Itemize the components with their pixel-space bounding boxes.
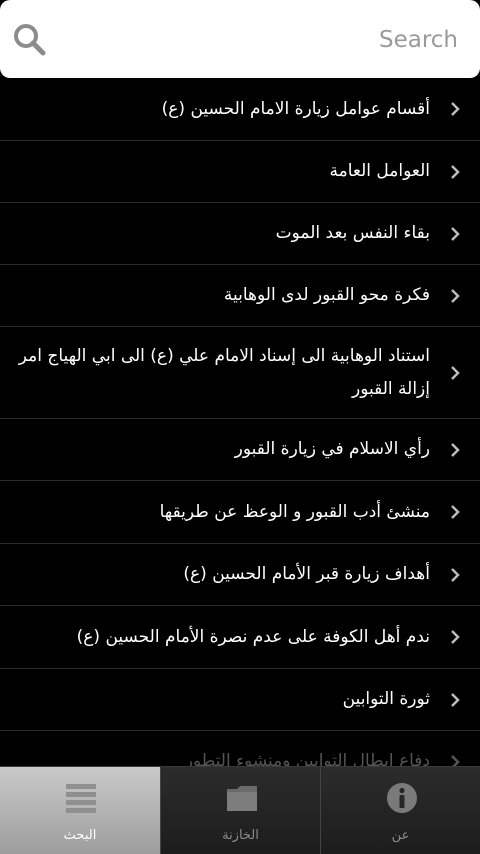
list-item[interactable]: دفاع ابطال التوابين ومنشوء التطور	[0, 731, 480, 766]
list-item[interactable]: أهداف زيارة قبر الأمام الحسين (ع)	[0, 544, 480, 606]
tab-label: عن	[391, 828, 410, 843]
list-item-label: فكرة محو القبور لدى الوهابية	[223, 285, 430, 305]
chevron-right-icon	[451, 102, 460, 116]
list-item-label: أقسام عوامل زيارة الامام الحسين (ع)	[161, 98, 430, 119]
list-item[interactable]: استناد الوهابية الى إسناد الامام علي (ع)…	[0, 327, 480, 419]
chevron-right-icon	[451, 692, 460, 707]
chevron-right-icon	[451, 226, 460, 241]
search-bar	[0, 0, 480, 78]
list-item-label: العوامل العامة	[329, 161, 431, 181]
tab-storage[interactable]: الخازنة	[160, 767, 320, 854]
chevron-right-icon	[451, 288, 460, 303]
folder-icon	[227, 786, 257, 811]
list-item-label: بقاء النفس بعد الموت	[275, 223, 430, 243]
list-item-label: استناد الوهابية الى إسناد الامام علي (ع)…	[18, 345, 430, 399]
tab-label: الخازنة	[222, 828, 259, 843]
list-item-label: منشئ أدب القبور و الوعظ عن طريقها	[159, 501, 430, 522]
list-item[interactable]: أقسام عوامل زيارة الامام الحسين (ع)	[0, 78, 480, 141]
list-icon	[66, 784, 96, 813]
list-item[interactable]: رأي الاسلام في زيارة القبور	[0, 419, 480, 481]
tab-about[interactable]: عن	[320, 767, 480, 854]
app-screen: أقسام عوامل زيارة الامام الحسين (ع) العو…	[0, 0, 480, 854]
list-item-label: رأي الاسلام في زيارة القبور	[234, 439, 430, 459]
info-icon	[387, 783, 417, 813]
list-item[interactable]: منشئ أدب القبور و الوعظ عن طريقها	[0, 481, 480, 544]
chevron-right-icon	[451, 164, 460, 179]
list-item[interactable]: ندم أهل الكوفة على عدم نصرة الأمام الحسي…	[0, 606, 480, 669]
list-item[interactable]: ثورة التوابين	[0, 669, 480, 731]
list-item-label: أهداف زيارة قبر الأمام الحسين (ع)	[183, 564, 430, 584]
chevron-right-icon	[451, 442, 460, 457]
tab-search[interactable]: البحث	[0, 767, 160, 854]
chevron-right-icon	[451, 567, 460, 582]
list-item-label: دفاع ابطال التوابين ومنشوء التطور	[184, 751, 430, 766]
list-item[interactable]: بقاء النفس بعد الموت	[0, 203, 480, 265]
topic-list: أقسام عوامل زيارة الامام الحسين (ع) العو…	[0, 78, 480, 766]
search-input[interactable]	[60, 18, 460, 62]
bottom-tab-bar: البحث الخازنة عن	[0, 766, 480, 854]
list-item[interactable]: العوامل العامة	[0, 141, 480, 203]
chevron-right-icon	[451, 365, 460, 380]
list-item-label: ثورة التوابين	[342, 689, 430, 709]
list-item[interactable]: فكرة محو القبور لدى الوهابية	[0, 265, 480, 327]
search-icon[interactable]	[12, 22, 46, 56]
tab-label: البحث	[63, 828, 97, 843]
chevron-right-icon	[451, 505, 460, 519]
list-item-label: ندم أهل الكوفة على عدم نصرة الأمام الحسي…	[76, 626, 430, 647]
chevron-right-icon	[451, 754, 460, 766]
chevron-right-icon	[451, 630, 460, 644]
